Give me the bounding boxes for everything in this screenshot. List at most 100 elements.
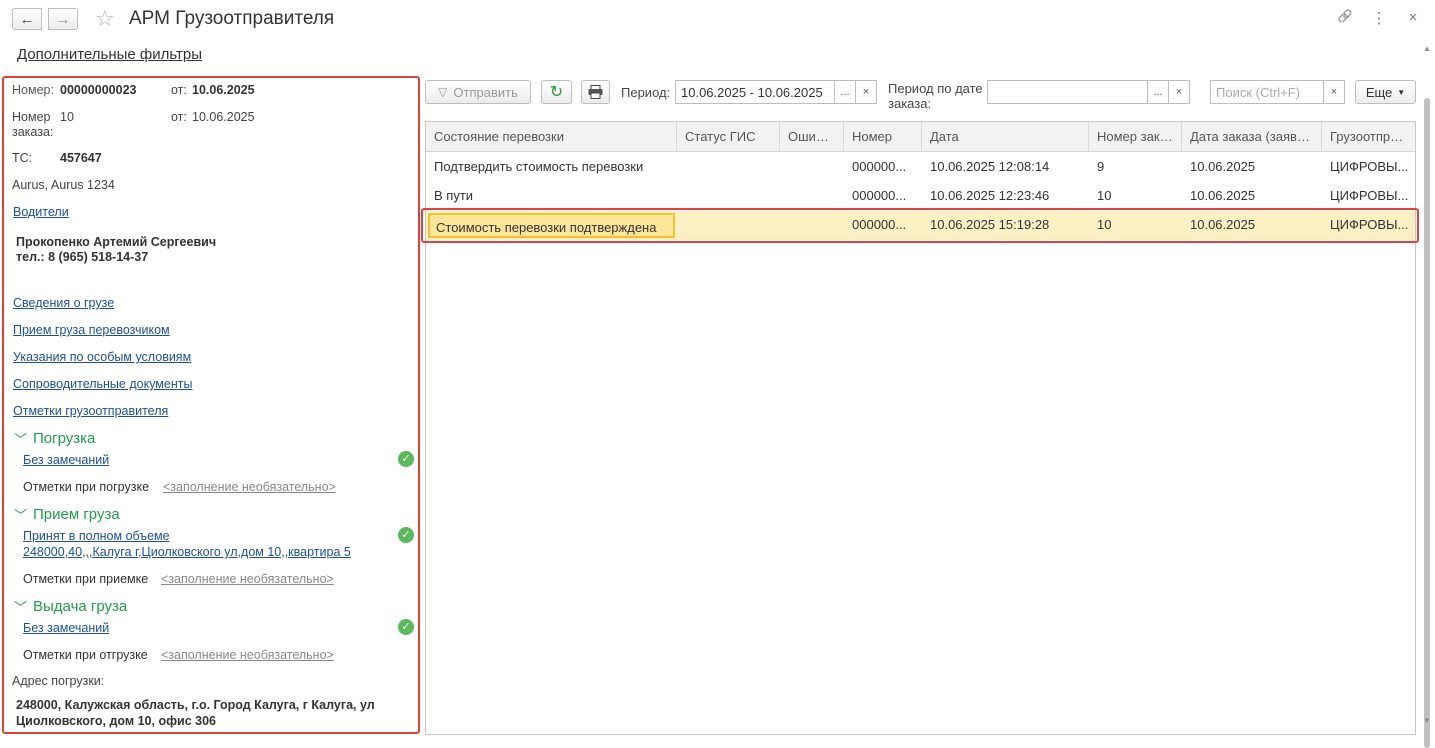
chevron-down-icon: ﹀ xyxy=(14,432,28,447)
column-header[interactable]: Номер xyxy=(844,122,922,152)
column-header[interactable]: Номер зака... xyxy=(1089,122,1182,152)
order-date: 10.06.2025 xyxy=(192,110,255,124)
period-select-button[interactable]: ... xyxy=(834,80,856,104)
drivers-link[interactable]: Водители xyxy=(13,205,69,219)
accompanying-docs-link[interactable]: Сопроводительные документы xyxy=(13,377,192,391)
table-cell: 9 xyxy=(1097,159,1105,174)
period-field[interactable]: 10.06.2025 - 10.06.2025 xyxy=(675,80,835,104)
dropdown-arrow-icon: ▼ xyxy=(1397,87,1406,97)
scroll-down-icon[interactable]: ▼ xyxy=(1421,716,1433,725)
section-cargo-receipt[interactable]: ﹀ Прием груза xyxy=(14,505,120,524)
search-clear-button[interactable]: × xyxy=(1323,80,1345,104)
table-row[interactable]: В пути 000000... 10.06.2025 12:23:46 10 … xyxy=(426,182,1415,211)
send-button[interactable]: ▽ Отправить xyxy=(425,80,531,104)
table-cell: Подтвердить стоимость перевозки xyxy=(434,159,644,174)
table-cell xyxy=(677,153,780,182)
cargo-info-link[interactable]: Сведения о грузе xyxy=(13,296,114,310)
forward-button[interactable]: → xyxy=(48,8,78,30)
ts-label: ТС: xyxy=(12,151,33,165)
search-input[interactable]: Поиск (Ctrl+F) xyxy=(1210,80,1324,104)
driver-phone: тел.: 8 (965) 518-14-37 xyxy=(16,250,149,264)
order-label-2: заказа: xyxy=(12,125,54,139)
receipt-marks-value[interactable]: <заполнение необязательно> xyxy=(161,572,334,586)
link-icon[interactable]: 🔗 xyxy=(1337,9,1353,27)
special-conditions-link[interactable]: Указания по особым условиям xyxy=(13,350,191,364)
issue-marks-label: Отметки при отгрузке xyxy=(23,648,148,662)
check-circle-icon: ✓ xyxy=(398,451,414,467)
issue-status-link[interactable]: Без замечаний xyxy=(23,621,109,635)
carrier-acceptance-link[interactable]: Прием груза перевозчиком xyxy=(13,323,170,337)
table-cell: 10.06.2025 xyxy=(1190,159,1256,174)
shipper-marks-link[interactable]: Отметки грузоотправителя xyxy=(13,404,168,418)
address-line-2: Циолковского, дом 10, офис 306 xyxy=(16,714,216,728)
period-clear-button[interactable]: × xyxy=(855,80,877,104)
table-cell: 000000... xyxy=(852,188,907,203)
details-panel: Номер: 00000000023 от: 10.06.2025 Номер … xyxy=(2,76,420,734)
table-cell: 10 xyxy=(1097,188,1112,203)
more-menu-icon[interactable]: ⋮ xyxy=(1371,9,1387,27)
table-cell: 10.06.2025 12:23:46 xyxy=(930,188,1050,203)
order-value: 10 xyxy=(60,110,74,124)
address-line-1: 248000, Калужская область, г.о. Город Ка… xyxy=(16,698,375,712)
print-button[interactable] xyxy=(581,80,610,104)
scroll-up-icon[interactable]: ▲ xyxy=(1421,44,1433,53)
column-header[interactable]: Состояние перевозки xyxy=(426,122,677,152)
scrollbar-thumb[interactable] xyxy=(1424,98,1430,748)
refresh-button[interactable]: ↻ xyxy=(541,80,572,104)
column-header[interactable]: Грузоотправ... xyxy=(1322,122,1415,152)
section-cargo-issue[interactable]: ﹀ Выдача груза xyxy=(14,597,127,616)
back-button[interactable]: ← xyxy=(12,8,42,30)
receipt-address-link[interactable]: 248000,40,,,Калуга г,Циолковского ул,дом… xyxy=(23,545,351,559)
filter-send-icon: ▽ xyxy=(438,85,448,99)
loading-status-link[interactable]: Без замечаний xyxy=(23,453,109,467)
order-label-1: Номер xyxy=(12,110,51,124)
section-title: Выдача груза xyxy=(33,598,128,615)
table-cell: 000000... xyxy=(852,159,907,174)
receipt-marks-label: Отметки при приемке xyxy=(23,572,149,586)
address-label: Адрес погрузки: xyxy=(12,674,105,688)
loading-marks-value[interactable]: <заполнение необязательно> xyxy=(163,480,336,494)
table-cell xyxy=(780,153,844,182)
order-from-label: от: xyxy=(171,110,187,124)
favorite-star-icon[interactable]: ☆ xyxy=(95,6,115,32)
driver-name: Прокопенко Артемий Сергеевич xyxy=(16,235,217,249)
table-cell: 10.06.2025 xyxy=(1190,188,1256,203)
arrow-right-icon: → xyxy=(55,10,71,28)
order-period-clear-button[interactable]: × xyxy=(1168,80,1190,104)
close-icon[interactable]: × xyxy=(1405,9,1421,27)
printer-icon xyxy=(588,85,603,99)
ts-value: 457647 xyxy=(60,151,102,165)
section-loading[interactable]: ﹀ Погрузка xyxy=(14,429,95,448)
vertical-scrollbar[interactable]: ▲ ▼ xyxy=(1420,40,1434,748)
number-label: Номер: xyxy=(12,83,54,97)
arrow-left-icon: ← xyxy=(19,10,35,28)
column-header[interactable]: Ошибка xyxy=(780,122,844,152)
more-label: Еще xyxy=(1365,84,1393,100)
vehicle-name: Aurus, Aurus 1234 xyxy=(12,178,115,192)
period-label: Период: xyxy=(621,85,671,100)
additional-filters-link[interactable]: Дополнительные фильтры xyxy=(17,46,202,63)
issue-marks-value[interactable]: <заполнение необязательно> xyxy=(161,648,334,662)
table-cell: ЦИФРОВЫ... xyxy=(1330,188,1409,203)
number-date: 10.06.2025 xyxy=(192,83,255,97)
column-header[interactable]: Статус ГИС xyxy=(677,122,780,152)
loading-marks-label: Отметки при погрузке xyxy=(23,480,150,494)
table-cell: В пути xyxy=(434,188,474,203)
order-period-label-2: заказа: xyxy=(888,96,932,111)
title-bar: ← → ☆ АРМ Грузоотправителя 🔗 ⋮ × xyxy=(0,0,1435,38)
order-period-label-1: Период по дате xyxy=(888,81,983,96)
order-period-select-button[interactable]: ... xyxy=(1147,80,1169,104)
order-period-field[interactable] xyxy=(987,80,1148,104)
table-row[interactable]: Подтвердить стоимость перевозки 000000..… xyxy=(426,153,1415,182)
chevron-down-icon: ﹀ xyxy=(14,508,28,523)
table-cell: ЦИФРОВЫ... xyxy=(1330,159,1409,174)
number-from-label: от: xyxy=(171,83,187,97)
section-title: Погрузка xyxy=(33,430,96,447)
refresh-icon: ↻ xyxy=(549,84,564,101)
order-period-label: Период по дате заказа: xyxy=(888,81,983,111)
receipt-status-link[interactable]: Принят в полном объеме xyxy=(23,529,170,543)
column-header[interactable]: Дата xyxy=(922,122,1089,152)
more-button[interactable]: Еще ▼ xyxy=(1355,80,1416,104)
check-circle-icon: ✓ xyxy=(398,619,414,635)
column-header[interactable]: Дата заказа (заявки) xyxy=(1182,122,1322,152)
